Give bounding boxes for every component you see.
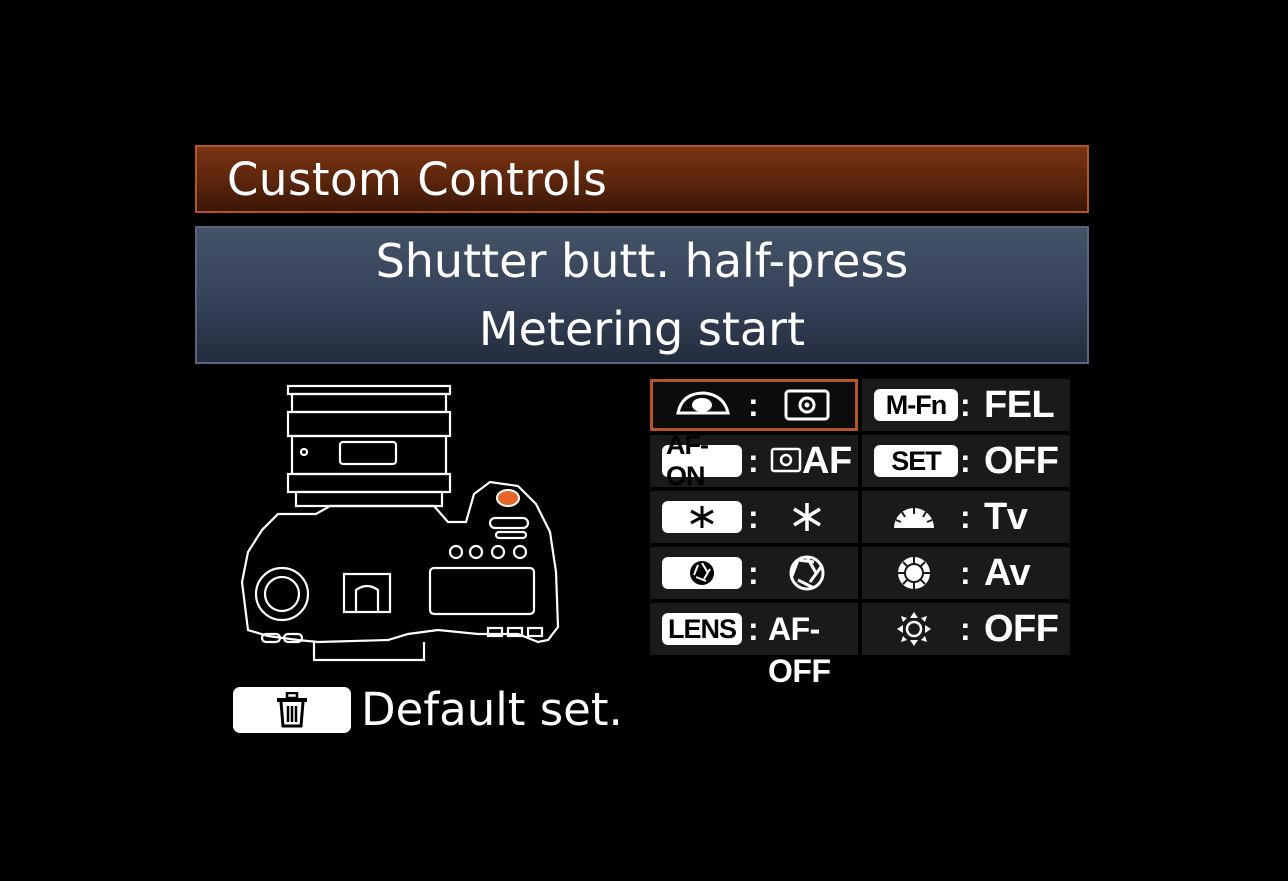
separator-colon: : <box>748 611 759 647</box>
control-ae-lock[interactable]: : <box>650 491 858 543</box>
separator-colon: : <box>960 443 971 479</box>
separator-colon: : <box>960 499 971 535</box>
asterisk-icon <box>780 497 834 537</box>
control-value: OFF <box>984 440 1059 482</box>
control-value: FEL <box>984 384 1055 426</box>
separator-colon: : <box>748 555 759 591</box>
control-m-fn[interactable]: M-Fn : FEL <box>862 379 1070 431</box>
separator-colon: : <box>748 387 759 423</box>
default-set-row[interactable]: Default set. <box>233 683 623 736</box>
control-shutter-half-press[interactable]: : <box>650 379 858 431</box>
default-set-label: Default set. <box>361 683 623 736</box>
metering-icon <box>780 385 834 425</box>
shutter-button-highlight <box>496 489 520 507</box>
control-label-badge: SET <box>874 445 958 477</box>
multi-controller-icon <box>874 609 954 649</box>
trash-button[interactable] <box>233 686 351 733</box>
metering-icon <box>768 441 804 481</box>
control-multi-controller[interactable]: : OFF <box>862 603 1070 655</box>
controls-grid: : M-Fn : FEL AF-ON : AF SET : OFF :: Tv… <box>650 379 1070 689</box>
separator-colon: : <box>960 555 971 591</box>
control-af-on[interactable]: AF-ON : AF <box>650 430 858 491</box>
ae-lock-button-icon <box>662 501 742 533</box>
control-quick-dial[interactable]: : Av <box>862 547 1070 599</box>
screen-title: Custom Controls <box>195 145 1089 213</box>
control-set[interactable]: SET : OFF <box>862 435 1070 487</box>
control-label-badge: M-Fn <box>874 389 958 421</box>
control-value: AF <box>802 440 852 482</box>
function-description: Shutter butt. half-press Metering start <box>195 226 1089 364</box>
aperture-icon <box>780 553 834 593</box>
separator-colon: : <box>960 611 971 647</box>
control-dof-preview[interactable]: : <box>650 547 858 599</box>
control-label-badge: AF-ON <box>662 430 742 491</box>
main-dial-icon <box>874 497 954 537</box>
trash-icon <box>277 691 307 727</box>
control-value: Tv <box>984 496 1028 538</box>
control-label-badge: LENS <box>662 613 742 645</box>
quick-control-dial-icon <box>874 553 954 593</box>
assignment-name: Metering start <box>478 302 806 356</box>
separator-colon: : <box>748 443 759 479</box>
button-name: Shutter butt. half-press <box>375 234 909 288</box>
control-value: Av <box>984 552 1031 594</box>
control-main-dial[interactable]: : Tv <box>862 491 1070 543</box>
control-value: OFF <box>984 608 1059 650</box>
shutter-half-press-icon <box>662 385 742 425</box>
control-lens[interactable]: LENS : AF-OFF <box>650 603 858 689</box>
control-value: AF-OFF <box>768 611 831 689</box>
camera-top-view-illustration <box>240 384 560 662</box>
dof-preview-button-icon <box>662 557 742 589</box>
separator-colon: : <box>748 499 759 535</box>
screen-title-text: Custom Controls <box>227 152 608 206</box>
separator-colon: : <box>960 387 971 423</box>
